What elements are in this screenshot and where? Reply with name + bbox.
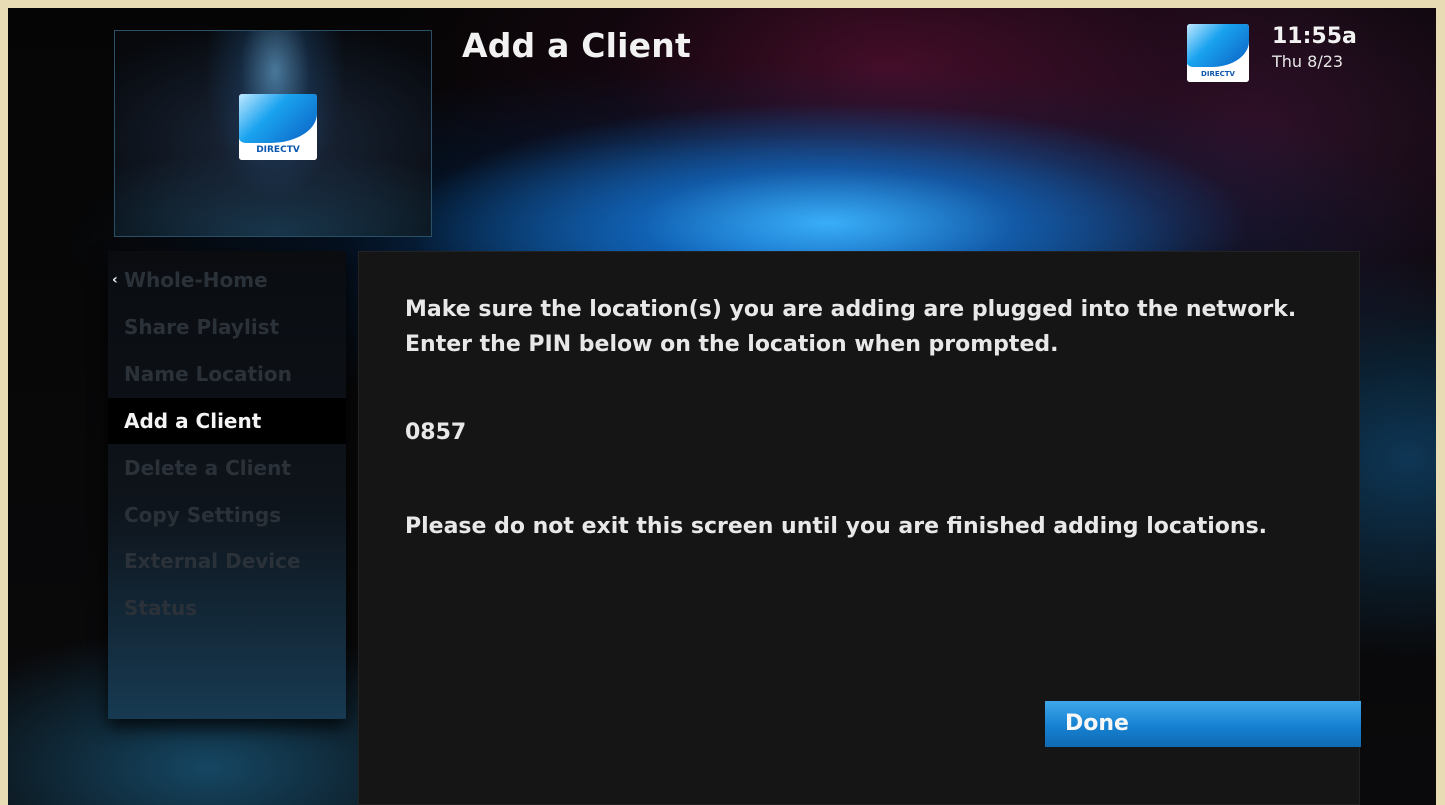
sidebar-item-label: Add a Client xyxy=(124,409,262,433)
done-button[interactable]: Done xyxy=(1045,701,1361,747)
page-title: Add a Client xyxy=(462,26,691,65)
sidebar-item-label: External Device xyxy=(124,549,301,573)
pin-value: 0857 xyxy=(405,420,467,445)
sidebar-item-external-device[interactable]: External Device xyxy=(108,538,346,584)
sidebar-item-delete-a-client[interactable]: Delete a Client xyxy=(108,445,346,491)
sidebar-item-share-playlist[interactable]: Share Playlist xyxy=(108,304,346,350)
sidebar-menu: ‹ Whole-Home Share Playlist Name Locatio… xyxy=(108,251,346,719)
live-tv-preview: DIRECTV xyxy=(114,30,432,237)
sidebar-item-copy-settings[interactable]: Copy Settings xyxy=(108,492,346,538)
preview-logo-text: DIRECTV xyxy=(239,142,317,160)
sidebar-item-label: Status xyxy=(124,596,198,620)
header-logo-text: DIRECTV xyxy=(1187,66,1249,82)
sidebar-item-label: Name Location xyxy=(124,362,292,386)
sidebar-item-status[interactable]: Status xyxy=(108,585,346,631)
sidebar-item-label: Share Playlist xyxy=(124,315,280,339)
directv-header-logo-icon: DIRECTV xyxy=(1187,24,1249,82)
clock-time: 11:55a xyxy=(1272,24,1357,49)
sidebar-item-label: Copy Settings xyxy=(124,503,282,527)
tv-screen: DIRECTV Add a Client DIRECTV 11:55a Thu … xyxy=(8,8,1436,805)
sidebar-item-whole-home[interactable]: ‹ Whole-Home xyxy=(108,257,346,303)
back-arrow-icon: ‹ xyxy=(112,272,118,288)
sidebar-item-label: Delete a Client xyxy=(124,456,291,480)
instruction-text: Make sure the location(s) you are adding… xyxy=(405,297,1297,357)
sidebar-item-add-a-client[interactable]: Add a Client xyxy=(108,398,346,444)
warning-text: Please do not exit this screen until you… xyxy=(405,514,1268,539)
sidebar-item-name-location[interactable]: Name Location xyxy=(108,351,346,397)
sidebar-item-label: Whole-Home xyxy=(124,268,268,292)
content-panel: Make sure the location(s) you are adding… xyxy=(358,251,1361,805)
clock-date: Thu 8/23 xyxy=(1272,52,1344,71)
directv-logo-icon: DIRECTV xyxy=(239,94,317,160)
